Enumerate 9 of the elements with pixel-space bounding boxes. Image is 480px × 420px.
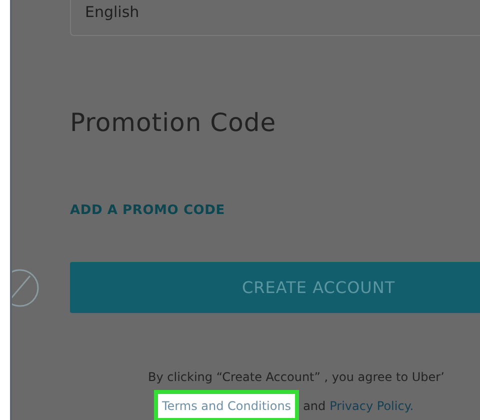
language-select[interactable]: English — [70, 0, 480, 36]
circle-slash-icon — [12, 268, 40, 308]
create-account-button[interactable]: CREATE ACCOUNT — [70, 262, 480, 313]
terms-link[interactable]: Terms and Conditions — [154, 390, 300, 420]
and-text: and — [303, 398, 326, 415]
privacy-policy-link[interactable]: Privacy Policy. — [330, 393, 414, 419]
section-title: Promotion Code — [70, 108, 278, 137]
terms-text: By clicking “Create Account” , you agree to Uber’ — [148, 369, 444, 386]
promo-code-link[interactable]: ADD A PROMO CODE — [70, 203, 225, 218]
